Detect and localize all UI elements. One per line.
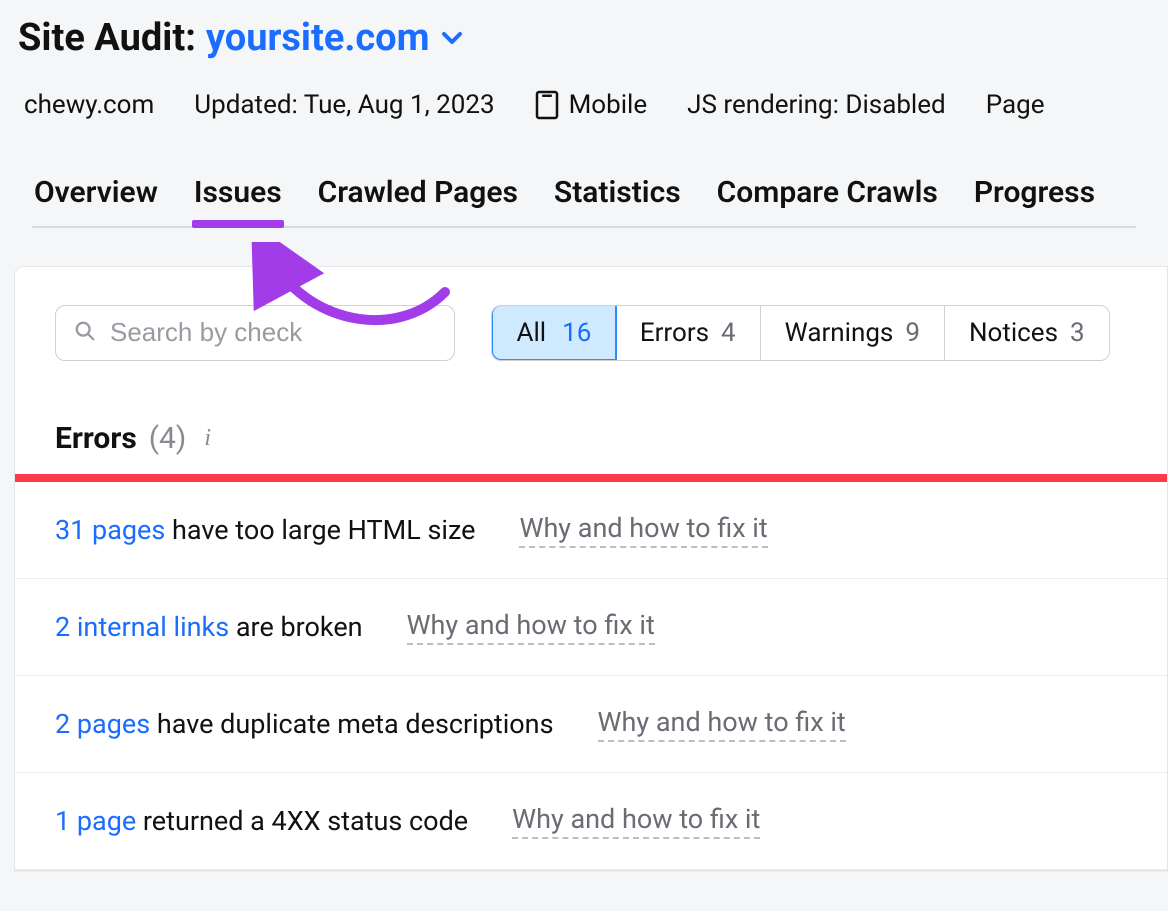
filter-warnings-label: Warnings (785, 318, 894, 348)
issue-desc: 31 pages have too large HTML size (55, 514, 475, 546)
search-input-wrap[interactable] (55, 305, 455, 361)
filter-segment: All 16 Errors 4 Warnings 9 Notices 3 (491, 305, 1110, 361)
issue-desc: 2 pages have duplicate meta descriptions (55, 708, 554, 740)
issue-rest: are broken (229, 611, 362, 643)
tab-crawled-pages[interactable]: Crawled Pages (316, 175, 520, 226)
issue-link[interactable]: 31 pages (55, 514, 165, 546)
filter-all-label: All (517, 318, 547, 348)
page-title-prefix: Site Audit: (18, 18, 196, 60)
search-icon (74, 320, 96, 346)
filter-all-count: 16 (562, 318, 591, 348)
meta-row: chewy.com Updated: Tue, Aug 1, 2023 Mobi… (18, 60, 1150, 120)
fix-hint-link[interactable]: Why and how to fix it (407, 609, 655, 645)
project-domain[interactable]: chewy.com (24, 90, 154, 120)
issues-panel: All 16 Errors 4 Warnings 9 Notices 3 Err… (14, 266, 1168, 871)
issue-link[interactable]: 2 internal links (55, 611, 229, 643)
issue-rest: returned a 4XX status code (136, 805, 468, 837)
issue-row: 31 pages have too large HTML size Why an… (15, 482, 1167, 579)
issue-desc: 2 internal links are broken (55, 611, 363, 643)
issue-desc: 1 page returned a 4XX status code (55, 805, 468, 837)
issue-row: 2 internal links are broken Why and how … (15, 579, 1167, 676)
filter-warnings-count: 9 (905, 318, 920, 348)
filter-notices[interactable]: Notices 3 (945, 306, 1109, 360)
page-title-row: Site Audit: yoursite.com (18, 18, 1150, 60)
errors-section-title: Errors (55, 421, 137, 456)
filter-warnings[interactable]: Warnings 9 (761, 306, 945, 360)
tab-issues[interactable]: Issues (192, 175, 284, 226)
device-label: Mobile (569, 90, 648, 120)
issue-row: 1 page returned a 4XX status code Why an… (15, 773, 1167, 870)
issue-link[interactable]: 2 pages (55, 708, 150, 740)
fix-hint-link[interactable]: Why and how to fix it (598, 706, 846, 742)
filter-errors[interactable]: Errors 4 (616, 306, 761, 360)
fix-hint-link[interactable]: Why and how to fix it (512, 803, 760, 839)
errors-section-count: (4) (149, 421, 187, 456)
domain-name: yoursite.com (206, 18, 430, 60)
tab-overview[interactable]: Overview (32, 175, 160, 226)
js-rendering-label: JS rendering: Disabled (687, 90, 946, 120)
nav-tabs: Overview Issues Crawled Pages Statistics… (32, 120, 1136, 228)
mobile-icon (535, 90, 559, 120)
device-info: Mobile (535, 90, 648, 120)
page-label-truncated: Page (986, 90, 1045, 120)
chevron-down-icon (440, 18, 464, 60)
filter-notices-label: Notices (969, 318, 1058, 348)
tab-progress[interactable]: Progress (972, 175, 1097, 226)
tab-compare-crawls[interactable]: Compare Crawls (715, 175, 940, 226)
updated-label: Updated: Tue, Aug 1, 2023 (194, 90, 494, 120)
filter-all[interactable]: All 16 (491, 305, 617, 361)
filter-errors-label: Errors (640, 318, 709, 348)
domain-dropdown[interactable]: yoursite.com (206, 18, 464, 60)
tab-statistics[interactable]: Statistics (552, 175, 683, 226)
info-icon[interactable]: i (204, 425, 211, 452)
issue-rest: have duplicate meta descriptions (150, 708, 553, 740)
errors-divider (15, 474, 1167, 482)
fix-hint-link[interactable]: Why and how to fix it (519, 512, 767, 548)
errors-section-header: Errors (4) i (15, 361, 1167, 474)
filter-notices-count: 3 (1070, 318, 1085, 348)
filter-errors-count: 4 (721, 318, 736, 348)
search-input[interactable] (110, 317, 436, 348)
issue-row: 2 pages have duplicate meta descriptions… (15, 676, 1167, 773)
issue-rest: have too large HTML size (165, 514, 475, 546)
issue-link[interactable]: 1 page (55, 805, 136, 837)
